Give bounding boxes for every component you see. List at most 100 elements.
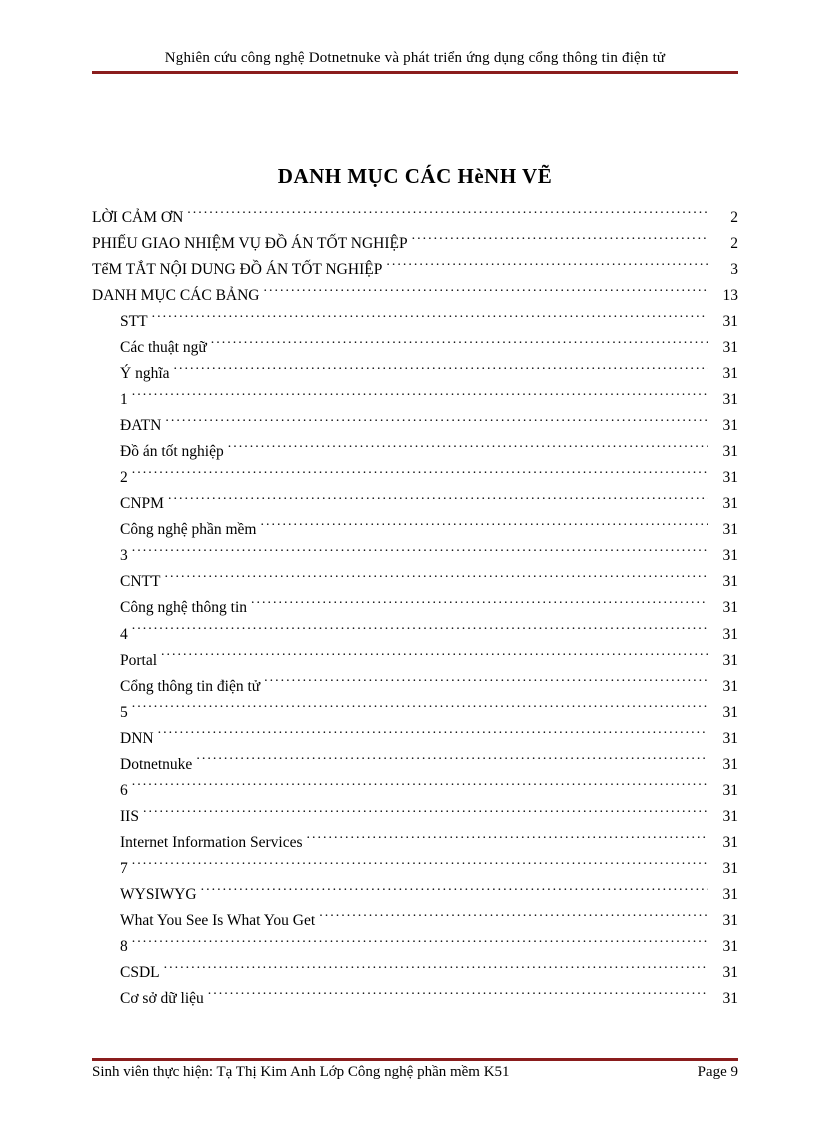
toc-leader-dots (164, 961, 708, 977)
toc-entry-page: 31 (712, 309, 738, 335)
toc-entry-title: Internet Information Services (120, 830, 303, 856)
toc-entry: 831 (120, 934, 738, 960)
document-header: Nghiên cứu công nghệ Dotnetnuke và phát … (92, 50, 738, 74)
toc-entry: ĐATN31 (120, 413, 738, 439)
toc-entry-title: 2 (120, 465, 128, 491)
toc-leader-dots (158, 727, 708, 743)
toc-entry: Đồ án tốt nghiệp31 (120, 439, 738, 465)
toc-entry-title: Cổng thông tin điện tử (120, 674, 260, 700)
toc-entry-title: 1 (120, 387, 128, 413)
document-footer: Sinh viên thực hiện: Tạ Thị Kim Anh Lớp … (92, 1058, 738, 1081)
toc-entry-page: 31 (712, 856, 738, 882)
toc-leader-dots (211, 337, 708, 353)
toc-leader-dots (132, 779, 708, 795)
toc-leader-dots (319, 909, 708, 925)
footer-author: Sinh viên thực hiện: Tạ Thị Kim Anh Lớp … (92, 1064, 510, 1081)
toc-entry-title: CNPM (120, 491, 164, 517)
toc-entry: 631 (120, 778, 738, 804)
toc-leader-dots (132, 545, 708, 561)
toc-leader-dots (132, 701, 708, 717)
toc-entry: 131 (120, 387, 738, 413)
toc-entry-title: CSDL (120, 960, 160, 986)
toc-entry-page: 31 (712, 726, 738, 752)
toc-entry-page: 31 (712, 595, 738, 621)
toc-leader-dots (132, 623, 708, 639)
toc-entry-title: Công nghệ thông tin (120, 595, 247, 621)
table-of-contents: LỜI CẢM ƠN 2 PHIẾU GIAO NHIỆM VỤ ĐỒ ÁN TỐT… (92, 205, 738, 1012)
toc-entry-title: LỜI CẢM ƠN (92, 205, 183, 231)
toc-leader-dots (143, 805, 708, 821)
toc-leader-dots (264, 675, 708, 691)
toc-leader-dots (174, 363, 708, 379)
toc-leader-dots (196, 753, 708, 769)
toc-entry-title: TểM TẮT NỘI DUNG ĐỒ ÁN TỐT NGHIỆP (92, 257, 382, 283)
toc-entry-title: WYSIWYG (120, 882, 197, 908)
toc-entry-title: 6 (120, 778, 128, 804)
toc-entry-title: Ý nghĩa (120, 361, 170, 387)
toc-entry-page: 31 (712, 622, 738, 648)
toc-entry: Các thuật ngữ 31 (120, 335, 738, 361)
toc-entry: What You See Is What You Get 31 (120, 908, 738, 934)
toc-leader-dots (164, 571, 708, 587)
toc-entry-title: DANH MỤC CÁC BẢNG (92, 283, 260, 309)
toc-leader-dots (152, 311, 708, 327)
toc-entry-title: PHIẾU GIAO NHIỆM VỤ ĐỒ ÁN TỐT NGHIỆP (92, 231, 408, 257)
toc-leader-dots (307, 831, 709, 847)
toc-entry: CSDL 31 (120, 960, 738, 986)
toc-entry-page: 31 (712, 804, 738, 830)
toc-entry-page: 31 (712, 361, 738, 387)
toc-entry: Công nghệ phần mềm 31 (120, 517, 738, 543)
toc-entry: IIS 31 (120, 804, 738, 830)
toc-entry: WYSIWYG 31 (120, 882, 738, 908)
toc-entry-title: What You See Is What You Get (120, 908, 315, 934)
toc-leader-dots (132, 389, 708, 405)
toc-entry-page: 31 (712, 439, 738, 465)
toc-entry-page: 31 (712, 960, 738, 986)
toc-entry-page: 2 (712, 231, 738, 257)
toc-entry-page: 31 (712, 335, 738, 361)
toc-entry-page: 31 (712, 648, 738, 674)
toc-entry: 531 (120, 700, 738, 726)
toc-entry-page: 31 (712, 674, 738, 700)
toc-leader-dots (264, 285, 708, 301)
toc-entry: TểM TẮT NỘI DUNG ĐỒ ÁN TỐT NGHIỆP 3 (92, 257, 738, 283)
page-title: DANH MỤC CÁC HèNH VẼ (92, 164, 738, 189)
toc-entry-page: 31 (712, 517, 738, 543)
toc-entry: LỜI CẢM ƠN 2 (92, 205, 738, 231)
toc-leader-dots (260, 519, 708, 535)
toc-entry-title: Portal (120, 648, 157, 674)
toc-entry-page: 31 (712, 830, 738, 856)
toc-entry: Portal 31 (120, 648, 738, 674)
toc-entry-page: 31 (712, 752, 738, 778)
toc-entry: Ý nghĩa 31 (120, 361, 738, 387)
toc-entry-title: ĐATN (120, 413, 161, 439)
toc-leader-dots (386, 259, 708, 275)
toc-entry-title: Các thuật ngữ (120, 335, 207, 361)
toc-entry: CNTT31 (120, 569, 738, 595)
toc-entry-title: 7 (120, 856, 128, 882)
toc-leader-dots (412, 233, 708, 249)
toc-entry-page: 31 (712, 934, 738, 960)
toc-entry-page: 31 (712, 465, 738, 491)
toc-entry-title: Dotnetnuke (120, 752, 192, 778)
toc-entry-title: STT (120, 309, 148, 335)
toc-leader-dots (168, 493, 708, 509)
toc-leader-dots (132, 935, 708, 951)
toc-leader-dots (228, 441, 708, 457)
toc-leader-dots (132, 467, 708, 483)
toc-entry-page: 31 (712, 882, 738, 908)
toc-entry-page: 31 (712, 491, 738, 517)
toc-entry-page: 13 (712, 283, 738, 309)
toc-entry-page: 2 (712, 205, 738, 231)
toc-entry-title: Công nghệ phần mềm (120, 517, 256, 543)
toc-entry-title: 3 (120, 543, 128, 569)
toc-leader-dots (132, 857, 708, 873)
toc-entry: Dotnetnuke 31 (120, 752, 738, 778)
toc-entry-title: 5 (120, 700, 128, 726)
toc-entry-title: IIS (120, 804, 139, 830)
toc-entry: Cổng thông tin điện tử 31 (120, 674, 738, 700)
toc-entry-page: 3 (712, 257, 738, 283)
toc-entry-page: 31 (712, 908, 738, 934)
footer-page-number: Page 9 (698, 1064, 738, 1081)
toc-entry: 2 31 (120, 465, 738, 491)
